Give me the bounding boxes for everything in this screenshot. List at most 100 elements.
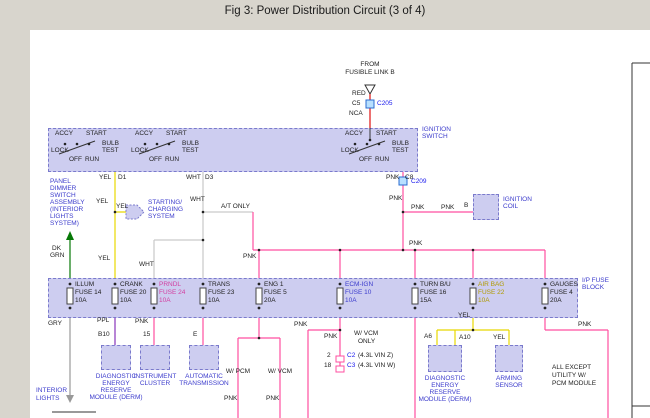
- w-vcm-label: W/ VCM: [268, 368, 292, 375]
- junction-dot: [472, 329, 475, 332]
- junction-dot: [114, 211, 117, 214]
- contact-dot: [88, 143, 91, 146]
- terminal-a6: A6: [424, 333, 432, 340]
- terminal-d3: D3: [205, 174, 213, 181]
- junction-dot: [402, 249, 405, 252]
- derm2-label-line: ENERGY: [431, 382, 458, 389]
- panel-dimmer-line: ASSEMBLY: [50, 199, 85, 206]
- fuse-name: TURN B/U: [420, 281, 451, 288]
- panel-dimmer-line: (INTERIOR: [50, 206, 83, 213]
- wire-label-pnk: PNK: [224, 395, 237, 402]
- terminal-e: E: [193, 331, 197, 338]
- terminal-2: 2: [327, 352, 331, 359]
- fuse-amps: 10A: [120, 297, 132, 304]
- wire-label-grn: GRN: [50, 252, 64, 259]
- fuse-name: ILLUM: [75, 281, 94, 288]
- fuse-block-label-1: I/P FUSE: [582, 277, 609, 284]
- w-vcm-only-line-1: W/ VCM: [354, 330, 378, 337]
- wire-label-red: RED: [352, 90, 366, 97]
- instrument-label-line: CLUSTER: [140, 380, 170, 387]
- fuse-terminal: [69, 283, 72, 286]
- fuse-name: CRANK: [120, 281, 143, 288]
- fuse-number: FUSE 23: [208, 289, 234, 296]
- vin-w-label: (4.3L VIN W): [358, 362, 395, 369]
- fuse-body: [67, 288, 73, 304]
- wire-label-dk: DK: [52, 245, 61, 252]
- contact-dot: [64, 143, 67, 146]
- terminal-c3-marker: [336, 366, 344, 372]
- sw1-accy: ACCY: [55, 130, 73, 137]
- all-except-line: ALL EXCEPT: [552, 364, 591, 371]
- all-except-line: UTILITY W/: [552, 372, 586, 379]
- sw1-lock: LOCK: [51, 147, 69, 154]
- fuse-number: FUSE 24: [159, 289, 185, 296]
- connector-c205-link[interactable]: C205: [377, 100, 393, 107]
- wire-label-wht: WHT: [139, 261, 154, 268]
- junction-dot: [258, 337, 261, 340]
- fuse-terminal: [258, 307, 261, 310]
- wire-label-pnk: PNK: [441, 204, 454, 211]
- fuse-amps: 20A: [550, 297, 562, 304]
- derm1-label-line: MODULE (DERM): [89, 394, 142, 401]
- sw1-run: RUN: [85, 156, 99, 163]
- fuse-number: FUSE 16: [420, 289, 446, 296]
- fuse-name: PRNDL: [159, 281, 181, 288]
- fuse-terminal: [153, 307, 156, 310]
- sw1-off: OFF: [69, 156, 82, 163]
- wire-label-yel: YEL: [116, 203, 128, 210]
- terminal-18: 18: [324, 362, 331, 369]
- fuse-number: FUSE 14: [75, 289, 101, 296]
- wire-label-pnk: PNK: [386, 174, 399, 181]
- wire-label-gry: GRY: [48, 320, 62, 327]
- connector-c205-marker[interactable]: [366, 100, 374, 108]
- sw3-run: RUN: [375, 156, 389, 163]
- wire-label-yel: YEL: [493, 334, 505, 341]
- fuse-block-label-2: BLOCK: [582, 284, 604, 291]
- arming-sensor-label-line: ARMING: [496, 375, 522, 382]
- interior-lights-line: INTERIOR: [36, 387, 67, 394]
- terminal-b10: B10: [98, 331, 110, 338]
- connector-c209-link[interactable]: C209: [411, 178, 427, 185]
- wire-label-pnk: PNK: [578, 321, 591, 328]
- sw3-lock: LOCK: [341, 147, 359, 154]
- wire-label-yel: YEL: [98, 255, 110, 262]
- sw3-start: START: [376, 130, 397, 137]
- junction-dot: [414, 249, 417, 252]
- sw3-bulb: BULB: [392, 140, 409, 147]
- wire-label-pnk: PNK: [243, 253, 256, 260]
- panel-dimmer-line: PANEL: [50, 178, 71, 185]
- fuse-amps: 10A: [345, 297, 357, 304]
- sw2-bulb: BULB: [182, 140, 199, 147]
- terminal-b: B: [464, 202, 468, 209]
- source-from: FROM: [360, 61, 379, 68]
- starting-charging-line: CHARGING: [148, 206, 183, 213]
- terminal-c5: C5: [352, 100, 360, 107]
- fuse-terminal: [472, 307, 475, 310]
- ignition-coil-label-1: IGNITION: [503, 196, 532, 203]
- connector-c2-link[interactable]: C2: [347, 352, 355, 359]
- sw2-lock: LOCK: [131, 147, 149, 154]
- junction-dot: [258, 249, 261, 252]
- fuse-amps: 10A: [75, 297, 87, 304]
- ignition-switch-label-1: IGNITION: [422, 126, 451, 133]
- sw1-bulb: BULB: [102, 140, 119, 147]
- wiring-diagram-lines: [0, 0, 650, 418]
- junction-dot: [202, 211, 205, 214]
- fuse-terminal: [114, 283, 117, 286]
- wire-label-wht: WHT: [190, 196, 205, 203]
- panel-dimmer-line: SWITCH: [50, 192, 76, 199]
- connector-c3-link[interactable]: C3: [347, 362, 355, 369]
- terminal-15: 15: [143, 331, 150, 338]
- fuse-terminal: [153, 283, 156, 286]
- fuse-body: [151, 288, 157, 304]
- green-up-arrow-icon: [66, 231, 74, 240]
- page-frame-line: [632, 63, 650, 418]
- terminal-d1: D1: [118, 174, 126, 181]
- fuse-terminal: [202, 283, 205, 286]
- fuse-terminal: [472, 283, 475, 286]
- wire-label-pnk: PNK: [411, 204, 424, 211]
- fuse-amps: 15A: [420, 297, 432, 304]
- sw3-off: OFF: [359, 156, 372, 163]
- fuse-number: FUSE 22: [478, 289, 504, 296]
- fuse-body: [337, 288, 343, 304]
